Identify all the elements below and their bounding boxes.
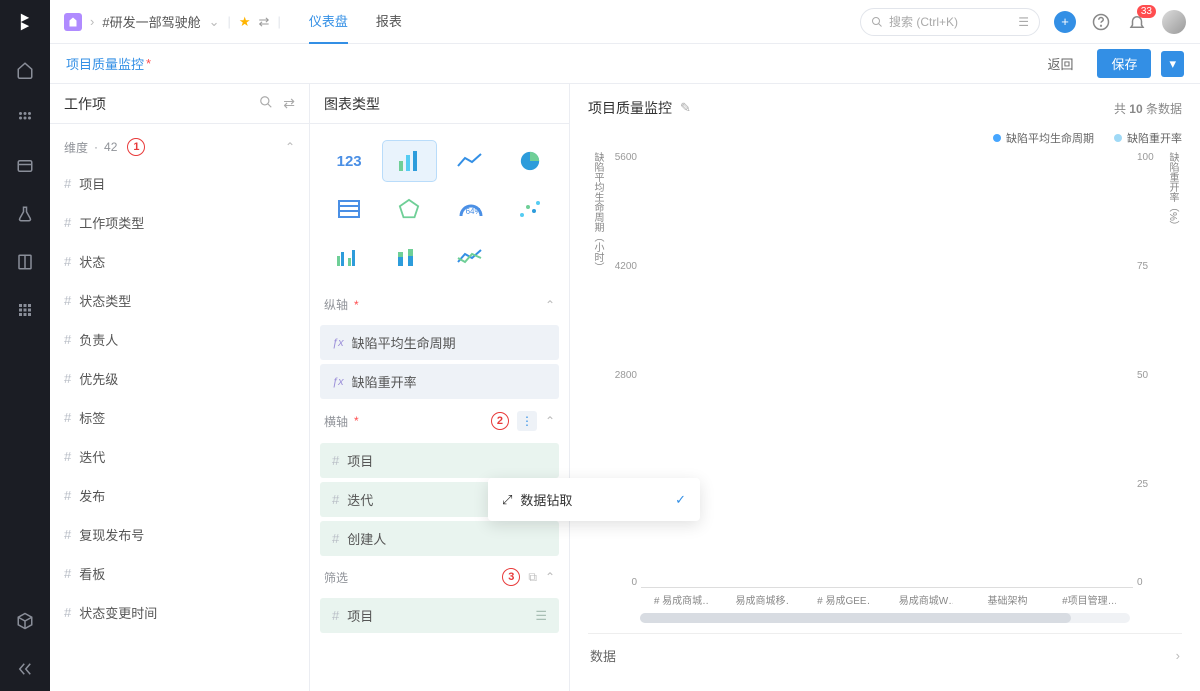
topbar: › #研发一部驾驶舱 ⌄ | ★ ⇄ | 仪表盘 报表 搜索 (Ctrl+K) … [50,0,1200,44]
notification-badge: 33 [1137,5,1156,18]
check-icon: ✓ [675,492,686,508]
yaxis-chip[interactable]: ƒx缺陷重开率 [320,364,559,399]
chart-count: 共 10 条数据 [1114,100,1182,117]
dimension-item[interactable]: #项目 [50,164,309,203]
charttype-panel: 图表类型 123 64% 纵轴*⌃ [310,84,570,691]
y-left-label: 缺陷平均生命周期（小时） [588,152,607,588]
workspace-icon[interactable] [64,13,82,31]
notification-icon[interactable]: 33 [1126,11,1148,33]
haxis-chip[interactable]: #项目 [320,443,559,478]
avatar[interactable] [1162,10,1186,34]
dimension-item[interactable]: #标签 [50,398,309,437]
edit-icon[interactable]: ✎ [680,100,691,116]
workitem-panel: 工作项 ⇄ 维度 · 42 1 ⌃ #项目#工作项类型#状态#状态类型#负责人#… [50,84,310,691]
chevron-up-icon[interactable]: ⌃ [545,414,555,428]
help-icon[interactable] [1090,11,1112,33]
struct-icon[interactable]: ⧉ [528,570,537,585]
dimension-item[interactable]: #工作项类型 [50,203,309,242]
chart-type-line[interactable] [443,140,497,182]
search-icon[interactable] [259,95,273,112]
dimension-item[interactable]: #迭代 [50,437,309,476]
haxis-chip[interactable]: #创建人 [320,521,559,556]
tab-dashboard[interactable]: 仪表盘 [309,0,348,44]
workitem-header: 工作项 [64,94,106,114]
chart-type-gauge[interactable]: 64% [443,188,497,230]
chart-type-grouped-bar[interactable] [322,236,376,278]
more-icon[interactable]: ⋮ [517,411,537,431]
save-button[interactable]: 保存 [1097,49,1151,78]
subbar: 项目质量监控* 返回 保存 ▾ [50,44,1200,84]
dimension-header[interactable]: 维度 · 42 1 ⌃ [50,130,309,164]
drill-icon: ⤢ [502,492,512,508]
filter-header[interactable]: 筛选 3 ⧉ ⌃ [310,560,569,594]
chart-type-table[interactable] [322,188,376,230]
save-dropdown[interactable]: ▾ [1161,51,1184,77]
chart-type-pie[interactable] [503,140,557,182]
flask-icon[interactable] [15,204,35,224]
breadcrumb: › #研发一部驾驶舱 ⌄ | ★ ⇄ | [64,12,281,31]
haxis-header[interactable]: 横轴* 2 ⋮ ⌃ [310,403,569,439]
chart-title: 项目质量监控 [588,98,672,118]
drill-label: 数据钻取 [520,490,572,509]
chart-type-polygon[interactable] [382,188,436,230]
chart-type-number[interactable]: 123 [322,140,376,182]
charttype-header: 图表类型 [324,94,380,114]
chart-panel: 项目质量监控 ✎ 共 10 条数据 缺陷平均生命周期 缺陷重开率 缺陷平均生命周… [570,84,1200,691]
swap-icon[interactable]: ⇄ [283,95,295,112]
y-right-label: 缺陷重开率（%） [1163,152,1182,588]
marker-3: 3 [502,568,520,586]
search-input[interactable]: 搜索 (Ctrl+K) ☰ [860,8,1040,36]
chevron-updown-icon[interactable]: ⌄ [209,14,220,30]
inbox-icon[interactable] [15,156,35,176]
marker-1: 1 [127,138,145,156]
back-button[interactable]: 返回 [1033,49,1087,78]
cube-icon[interactable] [15,611,35,631]
dimension-item[interactable]: #状态类型 [50,281,309,320]
dimension-item[interactable]: #状态 [50,242,309,281]
dimension-item[interactable]: #优先级 [50,359,309,398]
breadcrumb-sep: › [90,14,94,29]
star-icon[interactable]: ★ [239,14,251,30]
dimension-item[interactable]: #负责人 [50,320,309,359]
marker-2: 2 [491,412,509,430]
logo-icon[interactable] [15,12,35,32]
yaxis-header[interactable]: 纵轴*⌃ [310,288,569,321]
filter-chip[interactable]: #项目☰ [320,598,559,633]
chart-scrollbar[interactable] [640,613,1130,623]
top-tabs: 仪表盘 报表 [309,0,402,44]
book-icon[interactable] [15,252,35,272]
chart-type-scatter[interactable] [503,188,557,230]
collapse-icon[interactable] [15,659,35,679]
dimension-item[interactable]: #复现发布号 [50,515,309,554]
filter-icon[interactable]: ☰ [1018,15,1029,29]
dimension-item[interactable]: #状态变更时间 [50,593,309,632]
chevron-up-icon[interactable]: ⌃ [545,570,555,584]
page-title[interactable]: 项目质量监控 [66,54,144,73]
x-axis-labels: # 易成商城…易成商城移…# 易成GEE…易成商城W…基础架构#项目管理… [588,588,1182,607]
chevron-up-icon[interactable]: ⌃ [285,140,295,154]
chart-legend: 缺陷平均生命周期 缺陷重开率 [588,130,1182,146]
workspace-name[interactable]: #研发一部驾驶舱 [102,12,200,31]
nav-rail [0,0,50,691]
dimension-item[interactable]: #发布 [50,476,309,515]
swap-icon[interactable]: ⇄ [259,14,270,30]
dimension-item[interactable]: #看板 [50,554,309,593]
add-button[interactable]: + [1054,11,1076,33]
chart-type-grid: 123 64% [310,130,569,288]
tab-report[interactable]: 报表 [376,0,402,44]
chart-type-bar[interactable] [382,140,436,182]
filter-icon[interactable]: ☰ [535,608,547,624]
search-placeholder: 搜索 (Ctrl+K) [889,13,958,30]
drill-popup[interactable]: ⤢ 数据钻取 ✓ [488,478,700,521]
chart-type-stacked-bar[interactable] [382,236,436,278]
data-section-toggle[interactable]: 数据› [588,633,1182,677]
home-icon[interactable] [15,60,35,80]
chart-type-multiline[interactable] [443,236,497,278]
chart-plot[interactable] [641,152,1133,588]
yaxis-chip[interactable]: ƒx缺陷平均生命周期 [320,325,559,360]
apps-icon[interactable] [15,108,35,128]
grid-icon[interactable] [15,300,35,320]
